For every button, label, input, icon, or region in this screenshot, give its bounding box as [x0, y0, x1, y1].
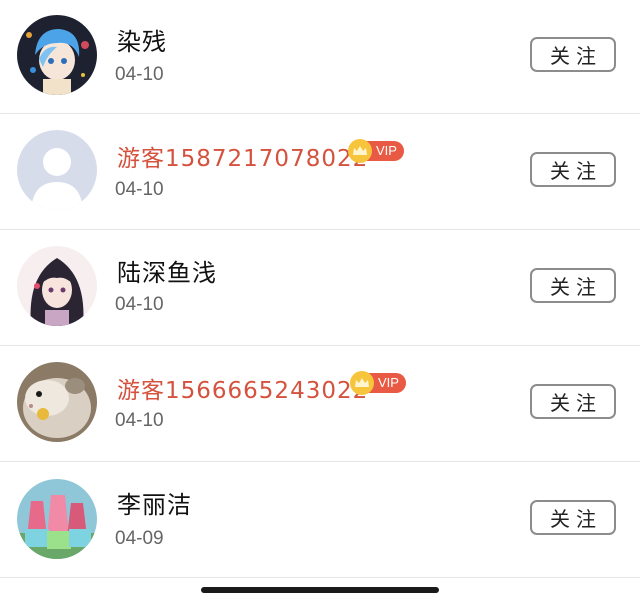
follow-date: 04-10 [115, 410, 164, 431]
gift-boxes-avatar [17, 479, 97, 559]
home-indicator[interactable] [201, 587, 439, 593]
avatar[interactable] [17, 130, 97, 210]
user-name[interactable]: 染残 [117, 22, 167, 57]
default-user-avatar [17, 130, 97, 210]
avatar[interactable] [17, 246, 97, 326]
user-name[interactable]: 游客1566665243022 [117, 371, 368, 405]
follow-button[interactable]: 关注 [530, 384, 616, 419]
anime-girl-blue-hair-avatar [17, 15, 97, 95]
list-item[interactable]: 游客1587217078022 VIP 04-10 关注 [0, 114, 640, 230]
follow-date: 04-09 [115, 528, 164, 549]
follow-button[interactable]: 关注 [530, 500, 616, 535]
vip-badge: VIP [350, 371, 406, 395]
vip-badge: VIP [348, 139, 404, 163]
list-item[interactable]: 染残 04-10 关注 [0, 0, 640, 114]
list-item[interactable]: 游客1566665243022 VIP 04-10 关注 [0, 346, 640, 462]
avatar[interactable] [17, 15, 97, 95]
user-name[interactable]: 游客1587217078022 [117, 139, 368, 173]
list-item[interactable]: 李丽洁 04-09 关注 [0, 462, 640, 578]
follow-list: 染残 04-10 关注 游客1587217078022 VIP 04-10 关注 [0, 0, 640, 578]
avatar[interactable] [17, 479, 97, 559]
avatar[interactable] [17, 362, 97, 442]
follow-date: 04-10 [115, 64, 164, 85]
user-name[interactable]: 李丽洁 [117, 485, 192, 520]
hamster-avatar [17, 362, 97, 442]
crown-icon [348, 139, 372, 163]
follow-button[interactable]: 关注 [530, 37, 616, 72]
follow-button[interactable]: 关注 [530, 268, 616, 303]
anime-girl-dark-hair-avatar [17, 246, 97, 326]
crown-icon [350, 371, 374, 395]
follow-date: 04-10 [115, 294, 164, 315]
follow-date: 04-10 [115, 179, 164, 200]
list-item[interactable]: 陆深鱼浅 04-10 关注 [0, 230, 640, 346]
follow-button[interactable]: 关注 [530, 152, 616, 187]
user-name[interactable]: 陆深鱼浅 [117, 253, 217, 288]
